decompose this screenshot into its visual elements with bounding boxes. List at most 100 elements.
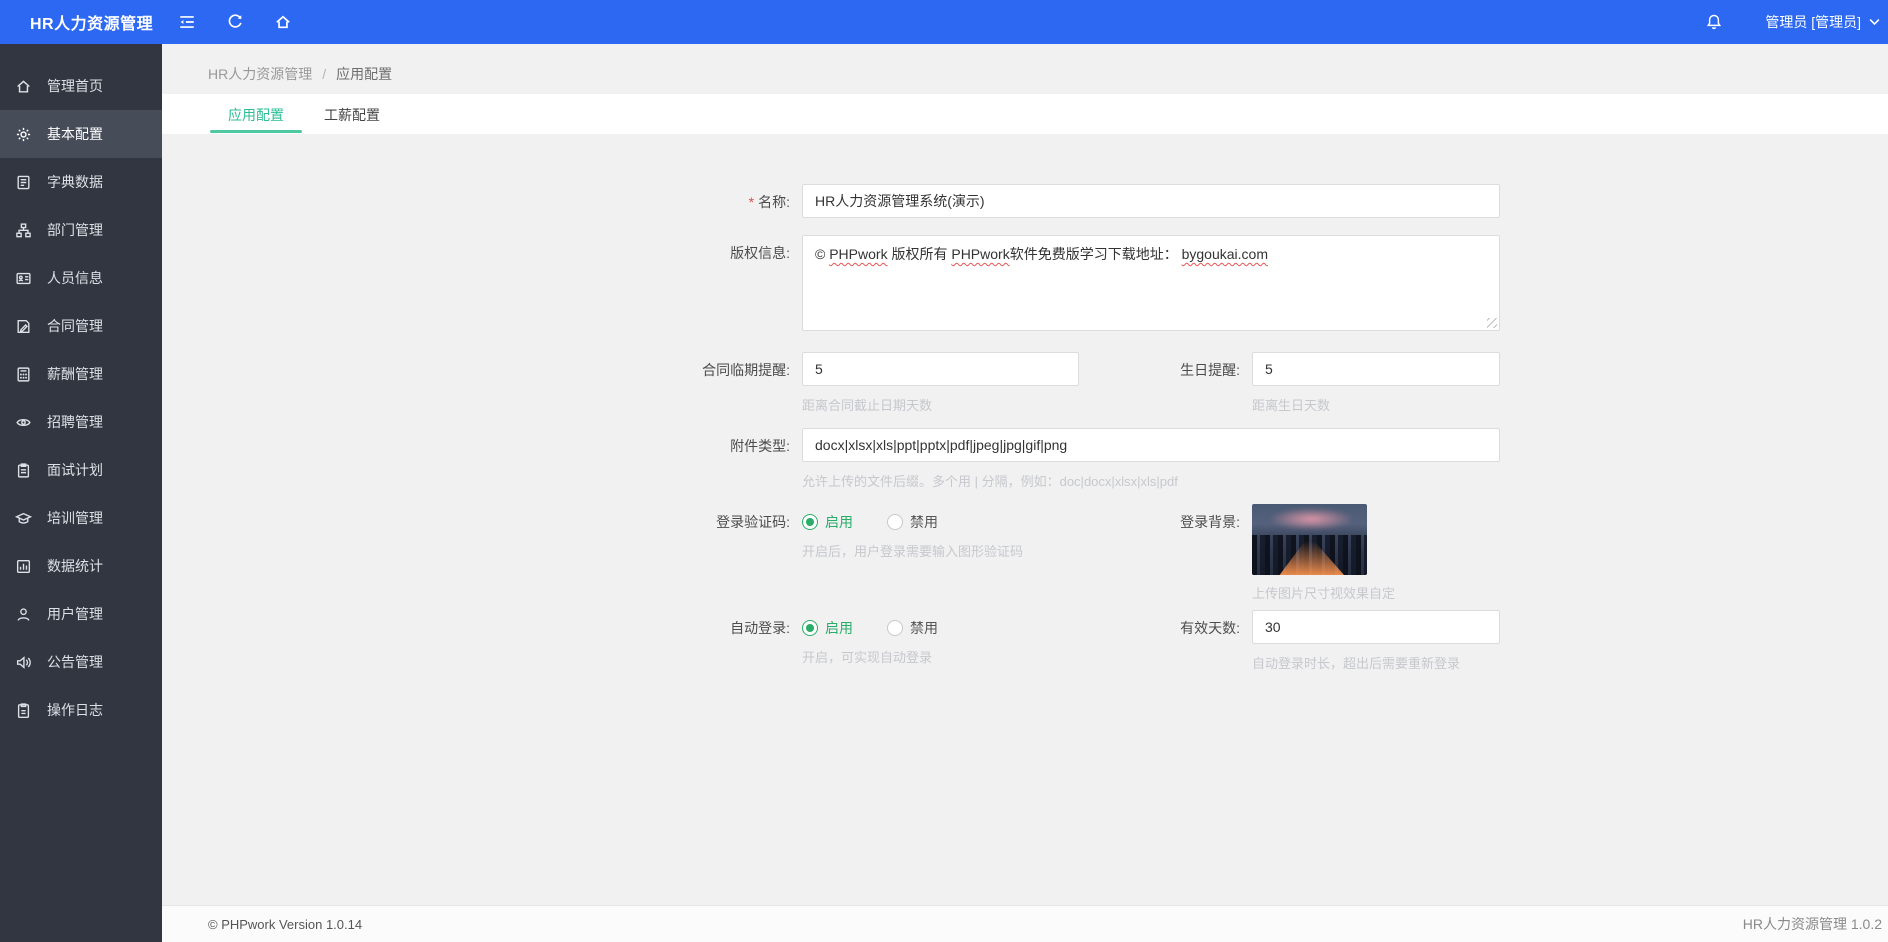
app-window: HR人力资源管理 管理员 [管理员] 管理首页 基本配置 字典数据 部门管理 人… [0, 0, 1888, 942]
sidebar-item-salary[interactable]: 薪酬管理 [0, 350, 162, 398]
birthday-reminder-input[interactable] [1252, 352, 1500, 386]
breadcrumb-root[interactable]: HR人力资源管理 [208, 66, 312, 82]
chevron-down-icon [1869, 19, 1880, 26]
sidebar-item-label: 薪酬管理 [47, 366, 103, 382]
birthday-reminder-label: 生日提醒: [1180, 362, 1240, 378]
sidebar-item-announcement[interactable]: 公告管理 [0, 638, 162, 686]
sidebar-item-label: 招聘管理 [47, 414, 103, 430]
user-name: 管理员 [管理员] [1765, 14, 1861, 30]
login-captcha-hint: 开启后，用户登录需要输入图形验证码 [802, 544, 1024, 559]
sidebar-item-label: 用户管理 [47, 606, 103, 622]
valid-days-hint: 自动登录时长，超出后需要重新登录 [1252, 656, 1461, 671]
attachment-types-input[interactable] [802, 428, 1500, 462]
textarea-resize-handle[interactable] [1487, 318, 1497, 328]
sidebar-item-label: 部门管理 [47, 222, 103, 238]
captcha-enable-radio[interactable]: 启用 [802, 512, 853, 532]
dictionary-icon [14, 173, 32, 191]
sidebar-item-dictionary-data[interactable]: 字典数据 [0, 158, 162, 206]
sidebar-item-label: 操作日志 [47, 702, 103, 718]
notification-bell-icon[interactable] [1705, 13, 1723, 31]
radio-unselected-icon [887, 514, 903, 530]
clipboard-icon [14, 461, 32, 479]
home-icon[interactable] [274, 13, 292, 31]
login-background-image[interactable] [1252, 504, 1367, 575]
attachment-types-label: 附件类型: [730, 438, 790, 454]
calculator-icon [14, 365, 32, 383]
copyright-label: 版权信息: [730, 245, 790, 261]
user-menu[interactable]: 管理员 [管理员] [1765, 12, 1880, 32]
sidebar-item-user-management[interactable]: 用户管理 [0, 590, 162, 638]
login-captcha-radio-group: 启用 禁用 [802, 504, 1079, 532]
log-icon [14, 701, 32, 719]
home-icon [14, 77, 32, 95]
sidebar-item-basic-config[interactable]: 基本配置 [0, 110, 162, 158]
name-label: * 名称: [748, 194, 790, 210]
birthday-reminder-hint: 距离生日天数 [1252, 398, 1331, 413]
sidebar-item-label: 字典数据 [47, 174, 103, 190]
sidebar-item-recruitment[interactable]: 招聘管理 [0, 398, 162, 446]
radio-selected-icon [802, 514, 818, 530]
top-header: HR人力资源管理 管理员 [管理员] [0, 0, 1888, 44]
breadcrumb-separator: / [322, 66, 327, 82]
tab-bar: 应用配置 工薪配置 [162, 94, 1888, 134]
sidebar-item-dashboard[interactable]: 管理首页 [0, 62, 162, 110]
footer-version: © PHPwork Version 1.0.14 [208, 916, 363, 932]
config-form: *名称: 版权信息: © PHPwork 版权所有 PHPwork软件免费版学习… [162, 134, 1888, 905]
footer: © PHPwork Version 1.0.14 HR人力资源管理 1.0.2 [162, 905, 1888, 942]
tab-salary-config[interactable]: 工薪配置 [304, 96, 400, 134]
header-toolbar [178, 13, 292, 31]
radio-selected-icon [802, 620, 818, 636]
org-chart-icon [14, 221, 32, 239]
header-right: 管理员 [管理员] [1705, 12, 1888, 32]
login-background-label: 登录背景: [1180, 514, 1240, 530]
user-icon [14, 605, 32, 623]
sidebar-item-contract[interactable]: 合同管理 [0, 302, 162, 350]
sidebar-item-label: 人员信息 [47, 270, 103, 286]
sidebar-item-operation-log[interactable]: 操作日志 [0, 686, 162, 734]
auto-login-enable-radio[interactable]: 启用 [802, 618, 853, 638]
copyright-textarea[interactable]: © PHPwork 版权所有 PHPwork软件免费版学习下载地址： bygou… [802, 235, 1500, 331]
footer-app-version: HR人力资源管理 1.0.2 [1742, 916, 1882, 932]
bar-chart-icon [14, 557, 32, 575]
sidebar-item-label: 合同管理 [47, 318, 103, 334]
valid-days-label: 有效天数: [1180, 620, 1240, 636]
copyright-text: © [815, 246, 830, 262]
sidebar-item-label: 管理首页 [47, 78, 103, 94]
sidebar-item-label: 基本配置 [47, 126, 103, 142]
collapse-menu-icon[interactable] [178, 13, 196, 31]
city-sky-cloud [1270, 508, 1354, 530]
contract-pen-icon [14, 317, 32, 335]
sidebar-item-label: 面试计划 [47, 462, 103, 478]
sidebar-item-interview-plan[interactable]: 面试计划 [0, 446, 162, 494]
tab-app-config[interactable]: 应用配置 [208, 96, 304, 134]
id-card-icon [14, 269, 32, 287]
login-background-caption: 上传图片尺寸视效果自定 [1252, 586, 1396, 601]
captcha-disable-radio[interactable]: 禁用 [887, 512, 938, 532]
main-panel: HR人力资源管理 / 应用配置 应用配置 工薪配置 *名称: 版权信息: [162, 44, 1888, 942]
breadcrumb-current: 应用配置 [336, 66, 393, 82]
auto-login-disable-radio[interactable]: 禁用 [887, 618, 938, 638]
sidebar-item-personnel[interactable]: 人员信息 [0, 254, 162, 302]
copyright-text: 软件免费版学习下载地址： [1009, 246, 1182, 262]
auto-login-hint: 开启，可实现自动登录 [802, 650, 933, 665]
gear-icon [14, 125, 32, 143]
copyright-text-misspelled: bygoukai.com [1181, 246, 1268, 262]
copyright-text-misspelled: PHPwork [829, 246, 888, 262]
contract-reminder-input[interactable] [802, 352, 1079, 386]
valid-days-input[interactable] [1252, 610, 1500, 644]
sidebar-item-label: 公告管理 [47, 654, 103, 670]
app-title: HR人力资源管理 [30, 16, 154, 33]
sidebar-item-department[interactable]: 部门管理 [0, 206, 162, 254]
sidebar-item-statistics[interactable]: 数据统计 [0, 542, 162, 590]
refresh-icon[interactable] [226, 13, 244, 31]
radio-unselected-icon [887, 620, 903, 636]
contract-reminder-label: 合同临期提醒: [702, 362, 790, 378]
sidebar-item-label: 培训管理 [47, 510, 103, 526]
sidebar-item-label: 数据统计 [47, 558, 103, 574]
sidebar-nav: 管理首页 基本配置 字典数据 部门管理 人员信息 合同管理 薪酬管理 招聘管理 … [0, 44, 162, 942]
speaker-icon [14, 653, 32, 671]
name-input[interactable] [802, 184, 1500, 218]
sidebar-item-training[interactable]: 培训管理 [0, 494, 162, 542]
auto-login-label: 自动登录: [730, 620, 790, 636]
graduation-cap-icon [14, 509, 32, 527]
